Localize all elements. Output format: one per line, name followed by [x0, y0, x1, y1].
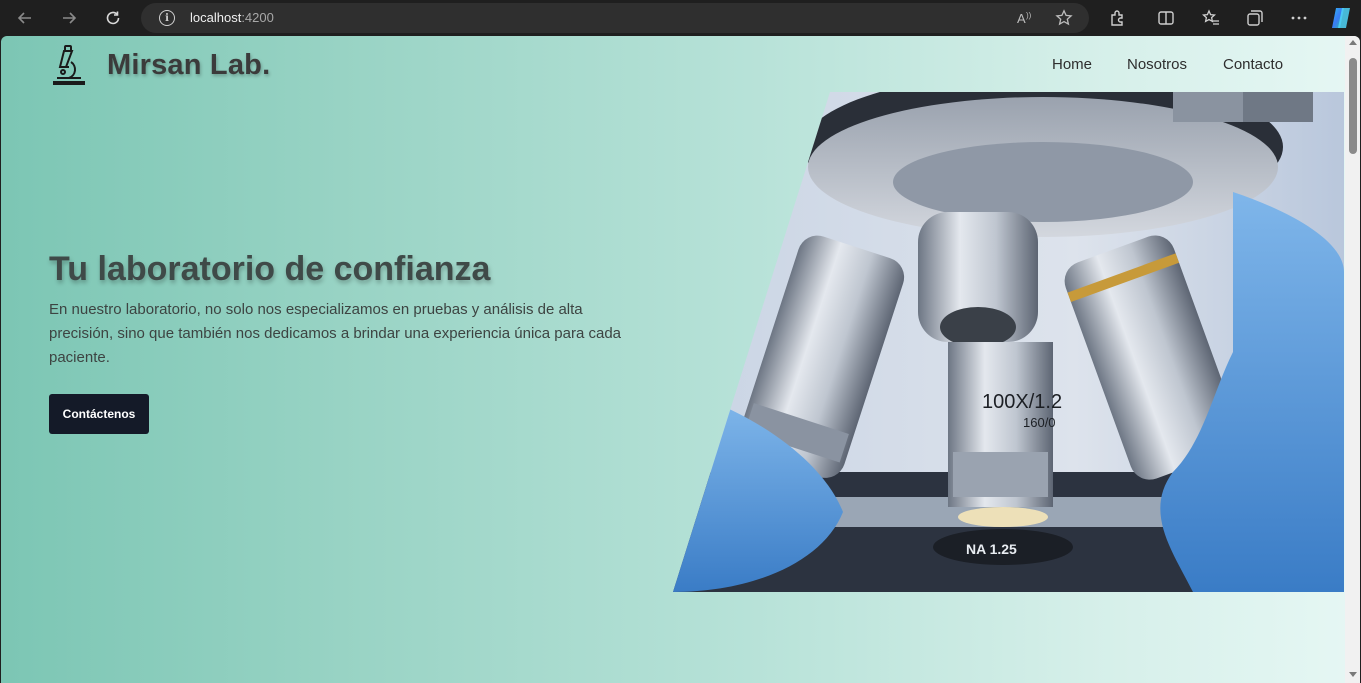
page-viewport: Mirsan Lab. Home Nosotros Contacto Tu la…	[1, 36, 1360, 683]
site-info-icon[interactable]: i	[159, 10, 175, 26]
forward-icon[interactable]	[57, 6, 81, 30]
browser-toolbar: i localhost:4200 A))	[0, 0, 1361, 36]
hero-description: En nuestro laboratorio, no solo nos espe…	[49, 301, 622, 366]
svg-text:A: A	[1017, 11, 1026, 26]
hero-title: Tu laboratorio de confianza	[49, 250, 491, 288]
scroll-thumb[interactable]	[1349, 58, 1357, 154]
nav-home[interactable]: Home	[1052, 56, 1092, 73]
page-scrollbar[interactable]	[1345, 36, 1360, 683]
url-port: :4200	[241, 10, 274, 25]
microscope-icon[interactable]	[51, 44, 87, 86]
contact-button[interactable]: Contáctenos	[49, 394, 149, 434]
brand-name[interactable]: Mirsan Lab.	[107, 49, 270, 82]
scroll-up-arrow-icon[interactable]	[1349, 40, 1357, 45]
read-aloud-icon[interactable]: A))	[1016, 9, 1034, 27]
more-icon[interactable]	[1288, 7, 1310, 29]
split-screen-icon[interactable]	[1155, 7, 1177, 29]
tube-label: 160/0	[1023, 415, 1056, 430]
copilot-icon[interactable]	[1328, 5, 1354, 31]
scroll-down-arrow-icon[interactable]	[1349, 672, 1357, 677]
nav-contacto[interactable]: Contacto	[1223, 56, 1283, 73]
stage-label: NA 1.25	[966, 541, 1017, 557]
reload-icon[interactable]	[101, 6, 125, 30]
svg-text:)): ))	[1026, 11, 1032, 20]
objective-label: 100X/1.2	[982, 391, 1062, 413]
collections-icon[interactable]	[1244, 7, 1266, 29]
extensions-icon[interactable]	[1107, 7, 1129, 29]
url-text[interactable]: localhost:4200	[190, 10, 274, 25]
favorite-star-icon[interactable]	[1055, 9, 1073, 27]
back-icon[interactable]	[13, 6, 37, 30]
nav-nosotros[interactable]: Nosotros	[1127, 56, 1187, 73]
favorites-icon[interactable]	[1200, 7, 1222, 29]
hero-microscope-image: 100X/1.2 160/0 NA 1.25	[673, 92, 1344, 592]
address-bar[interactable]: i localhost:4200 A))	[141, 3, 1089, 33]
url-host: localhost	[190, 10, 242, 25]
